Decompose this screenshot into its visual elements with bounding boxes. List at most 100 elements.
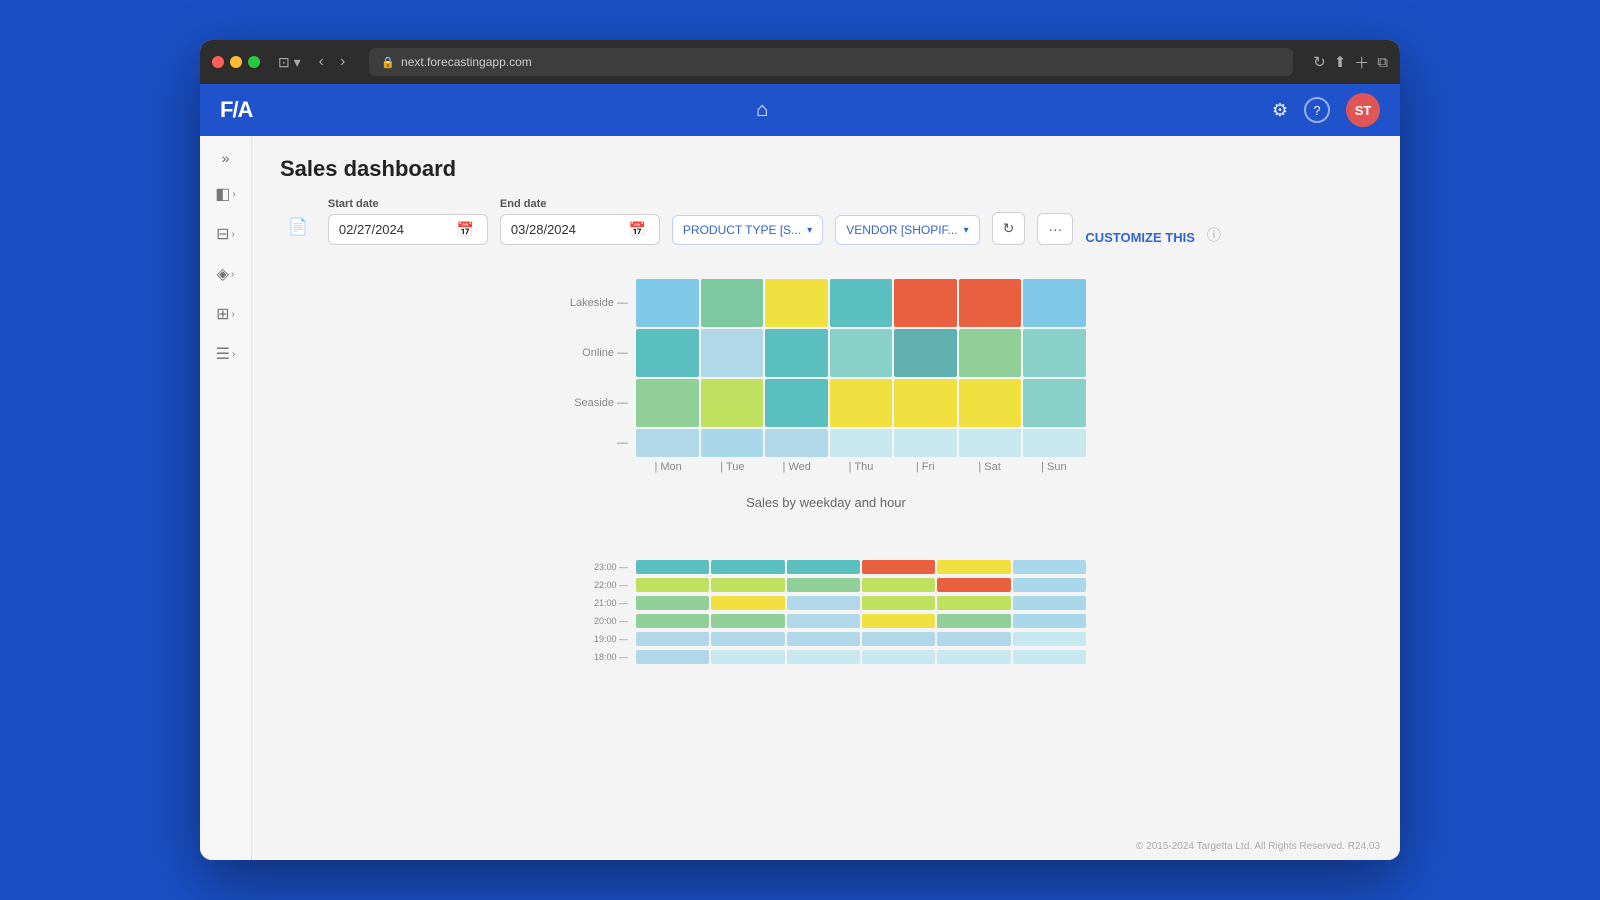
cell-online-mon [636, 329, 699, 377]
end-date-input[interactable] [511, 222, 621, 237]
heatmap2-row-20: 20:00 — [636, 614, 1086, 628]
cell-online-thu [830, 329, 893, 377]
cell2-19-thu [862, 632, 935, 646]
cell-lakeside-thu [830, 279, 893, 327]
heatmap2-grid: 23:00 — [636, 560, 1086, 664]
start-date-input-wrap: 📅 [328, 214, 488, 245]
cell2-23-wed [787, 560, 860, 574]
tabs-button[interactable]: ⧉ [1377, 54, 1388, 71]
row-label-18: 18:00 — [566, 652, 636, 662]
forward-button[interactable]: › [336, 51, 349, 73]
x-label-thu: | Thu [829, 461, 893, 473]
row-label-seaside: Seaside — [566, 397, 636, 409]
nav-right: ⚙ ? ST [1272, 93, 1380, 127]
start-date-input[interactable] [339, 222, 449, 237]
traffic-lights [212, 56, 260, 68]
reload-button[interactable]: ↻ [1313, 53, 1326, 71]
app-logo[interactable]: F/A [220, 97, 252, 123]
page-title: Sales dashboard [280, 156, 1372, 182]
help-button[interactable]: ? [1304, 97, 1330, 123]
heatmap1: Lakeside — [566, 269, 1086, 483]
refresh-button[interactable]: ↻ [992, 212, 1026, 245]
cell2-22-fri [937, 578, 1010, 592]
sidebar: » ◧ › ⊟ › ◈ › ⊞ › ☰ [200, 136, 252, 860]
sidebar-item-grid[interactable]: ⊞ › [206, 296, 246, 332]
heatmap2-row-22: 22:00 — [636, 578, 1086, 592]
cell2-20-tue [711, 614, 784, 628]
views-icon: ◧ [215, 184, 230, 204]
sidebar-item-products[interactable]: ◈ › [206, 256, 246, 292]
cell2-18-fri [937, 650, 1010, 664]
sidebar-item-reports[interactable]: ⊟ › [206, 216, 246, 252]
start-date-label: Start date [328, 198, 488, 210]
heatmap-cells-online [636, 329, 1086, 377]
cell2-21-fri [937, 596, 1010, 610]
x-label-wed: | Wed [765, 461, 829, 473]
end-date-calendar-icon[interactable]: 📅 [629, 221, 646, 238]
heatmap2-cells-21 [636, 596, 1086, 610]
browser-actions: ↻ ⬆ ＋ ⧉ [1313, 52, 1388, 73]
heatmap2-cells-22 [636, 578, 1086, 592]
minimize-button[interactable] [230, 56, 242, 68]
footer: © 2015-2024 Targetta Ltd. All Rights Res… [1136, 841, 1380, 852]
home-button[interactable]: ⌂ [756, 99, 768, 122]
share-button[interactable]: ⬆ [1334, 53, 1347, 71]
close-button[interactable] [212, 56, 224, 68]
vendor-label: VENDOR [SHOPIF... [846, 223, 957, 237]
cell-lakeside-fri [894, 279, 957, 327]
cell2-19-mon [636, 632, 709, 646]
vendor-chevron: ▾ [964, 225, 969, 236]
chart1-inner: Lakeside — [566, 269, 1086, 510]
cell-empty-mon [636, 429, 699, 457]
lock-icon: 🔒 [381, 56, 395, 69]
cell-seaside-sun [1023, 379, 1086, 427]
address-bar[interactable]: 🔒 next.forecastingapp.com [369, 48, 1293, 76]
settings-button[interactable]: ⚙ [1272, 100, 1288, 121]
heatmap2-row-19: 19:00 — [636, 632, 1086, 646]
customize-button[interactable]: CUSTOMIZE THIS [1085, 230, 1195, 245]
cell2-23-sat [1013, 560, 1086, 574]
product-type-filter[interactable]: PRODUCT TYPE [S... ▾ [672, 215, 823, 245]
heatmap2-cells-23 [636, 560, 1086, 574]
sidebar-item-list[interactable]: ☰ › [206, 336, 246, 372]
cell2-22-thu [862, 578, 935, 592]
cell2-19-wed [787, 632, 860, 646]
nav-center: ⌂ [252, 99, 1271, 122]
sidebar-item-views[interactable]: ◧ › [206, 176, 246, 212]
cell-seaside-thu [830, 379, 893, 427]
more-options-button[interactable]: ··· [1037, 213, 1073, 245]
sidebar-toggle-icon[interactable]: ⊡ ▾ [272, 52, 307, 73]
maximize-button[interactable] [248, 56, 260, 68]
cell-online-tue [701, 329, 764, 377]
end-date-group: End date 📅 [500, 198, 660, 245]
end-date-label: End date [500, 198, 660, 210]
cell2-23-fri [937, 560, 1010, 574]
user-avatar[interactable]: ST [1346, 93, 1380, 127]
cell2-23-mon [636, 560, 709, 574]
sidebar-chevron-3: › [231, 269, 234, 280]
back-button[interactable]: ‹ [315, 51, 328, 73]
start-date-calendar-icon[interactable]: 📅 [457, 221, 474, 238]
chart1-title: Sales by weekday and hour [566, 495, 1086, 510]
sidebar-collapse-button[interactable]: » [216, 144, 236, 172]
products-icon: ◈ [217, 264, 229, 284]
document-icon-button[interactable]: 📄 [280, 209, 316, 245]
new-tab-button[interactable]: ＋ [1354, 52, 1369, 73]
heatmap-row-lakeside: Lakeside — [636, 279, 1086, 327]
cell2-22-wed [787, 578, 860, 592]
customize-help-icon[interactable]: ⓘ [1207, 225, 1221, 245]
browser-window: ⊡ ▾ ‹ › 🔒 next.forecastingapp.com ↻ ⬆ ＋ … [200, 40, 1400, 860]
product-type-label: PRODUCT TYPE [S... [683, 223, 801, 237]
cell2-21-tue [711, 596, 784, 610]
reports-icon: ⊟ [216, 224, 229, 244]
cell-empty-sun [1023, 429, 1086, 457]
cell2-19-sat [1013, 632, 1086, 646]
sidebar-chevron-2: › [232, 229, 235, 240]
x-label-sun: | Sun [1022, 461, 1086, 473]
vendor-filter[interactable]: VENDOR [SHOPIF... ▾ [835, 215, 979, 245]
heatmap-row-empty: — [636, 429, 1086, 457]
cell-lakeside-sat [959, 279, 1022, 327]
heatmap2-row-21: 21:00 — [636, 596, 1086, 610]
browser-chrome: ⊡ ▾ ‹ › 🔒 next.forecastingapp.com ↻ ⬆ ＋ … [200, 40, 1400, 84]
heatmap-cells-empty [636, 429, 1086, 457]
